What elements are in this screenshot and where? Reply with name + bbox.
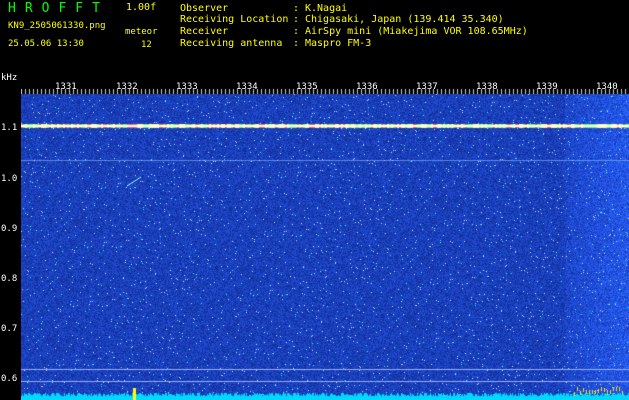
- waterfall-spectrogram: [21, 80, 629, 400]
- app-version: 1.00f: [126, 2, 157, 13]
- x-tick-label: 1339: [536, 82, 558, 92]
- y-tick-label: 1.0: [1, 174, 18, 184]
- x-tick-label: 1332: [116, 82, 138, 92]
- receiver-label: Receiver: [180, 26, 229, 37]
- x-tick-label: 1336: [356, 82, 378, 92]
- file-name: KN9_2505061330.png: [8, 21, 106, 31]
- meteor-count: 12: [141, 40, 152, 50]
- x-tick-label: 1334: [236, 82, 258, 92]
- x-tick-label: 1337: [416, 82, 438, 92]
- observer-sep: :: [293, 3, 300, 14]
- x-tick-label: 1331: [55, 82, 77, 92]
- location-label: Receiving Location: [180, 14, 289, 25]
- observer-value: K.Nagai: [305, 3, 348, 14]
- x-tick-label: 1333: [176, 82, 198, 92]
- date-time: 25.05.06 13:30: [8, 39, 84, 49]
- header-panel: HROFFT 1.00f KN9_2505061330.png 25.05.06…: [0, 0, 629, 83]
- receiver-sep: :: [293, 26, 300, 37]
- y-tick-label: 0.9: [1, 224, 18, 234]
- y-tick-label: 0.8: [1, 274, 18, 284]
- app-brand: HROFFT: [8, 1, 109, 16]
- observer-label: Observer: [180, 3, 229, 14]
- antenna-sep: :: [293, 38, 300, 49]
- x-tick-label: 1338: [476, 82, 498, 92]
- receiver-value: AirSpy mini (Miakejima VOR 108.65MHz): [305, 26, 528, 37]
- y-tick-label: 0.7: [1, 324, 18, 334]
- antenna-label: Receiving antenna: [180, 38, 283, 49]
- y-tick-label: 1.1: [1, 123, 18, 133]
- location-value: Chigasaki, Japan (139.414 35.340): [305, 14, 504, 25]
- x-tick-label: 1335: [296, 82, 318, 92]
- location-sep: :: [293, 14, 300, 25]
- x-tick-label: 1340: [596, 82, 618, 92]
- y-axis-panel: 1.1 1.0 0.9 0.8 0.7 0.6: [0, 80, 21, 400]
- meteor-label: meteor: [125, 27, 158, 37]
- antenna-value: Maspro FM-3: [305, 38, 372, 49]
- y-tick-label: 0.6: [1, 374, 18, 384]
